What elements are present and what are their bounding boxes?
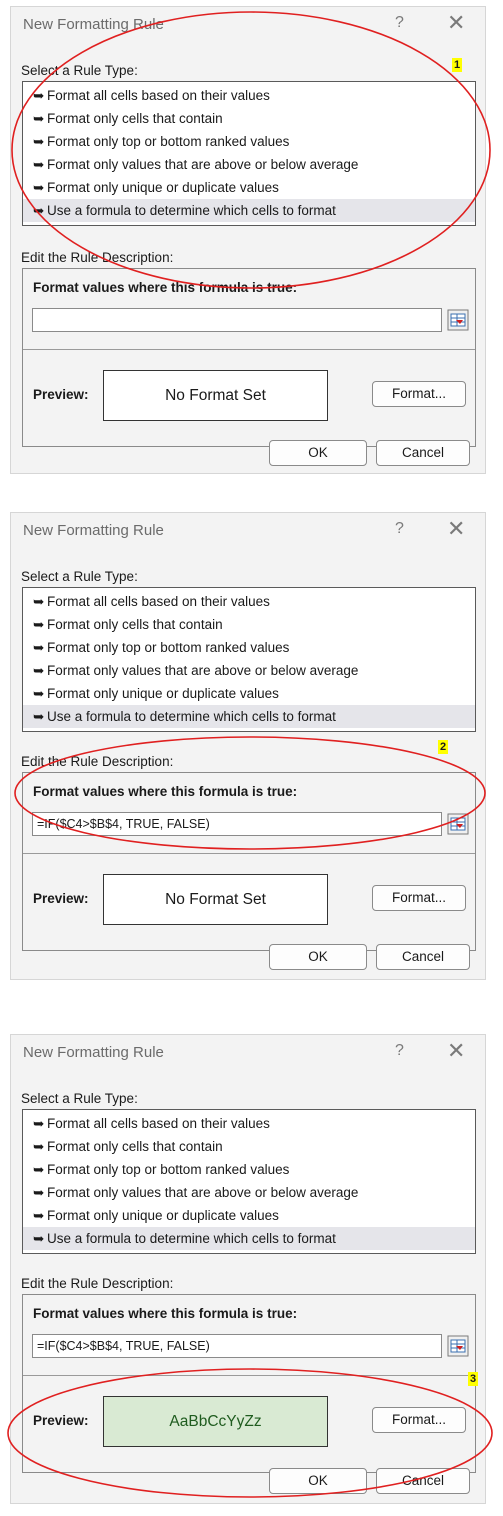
- list-item-selected[interactable]: ➥ Use a formula to determine which cells …: [23, 1227, 475, 1250]
- list-item[interactable]: ➥ Format all cells based on their values: [23, 590, 475, 613]
- preview-box: AaBbCcYyZz: [103, 1396, 328, 1447]
- edit-rule-description-label: Edit the Rule Description:: [21, 1276, 174, 1291]
- title-bar: New Formatting Rule ? ✕: [11, 513, 485, 547]
- ok-button[interactable]: OK: [269, 1468, 367, 1494]
- rule-bullet-icon: ➥: [33, 203, 45, 218]
- cancel-button[interactable]: Cancel: [376, 944, 470, 970]
- rule-bullet-icon: ➥: [33, 686, 45, 701]
- rule-bullet-icon: ➥: [33, 134, 45, 149]
- rule-bullet-icon: ➥: [33, 617, 45, 632]
- divider: [23, 1375, 475, 1376]
- close-icon[interactable]: ✕: [447, 516, 465, 542]
- list-item[interactable]: ➥ Format only unique or duplicate values: [23, 1204, 475, 1227]
- collapse-dialog-icon[interactable]: [447, 309, 469, 331]
- divider: [23, 853, 475, 854]
- rule-type-list[interactable]: ➥ Format all cells based on their values …: [22, 1109, 476, 1254]
- rule-bullet-icon: ➥: [33, 663, 45, 678]
- format-button[interactable]: Format...: [372, 885, 466, 911]
- list-item-selected[interactable]: ➥ Use a formula to determine which cells …: [23, 705, 475, 728]
- rule-bullet-icon: ➥: [33, 1162, 45, 1177]
- format-button[interactable]: Format...: [372, 1407, 466, 1433]
- rule-bullet-icon: ➥: [33, 640, 45, 655]
- select-rule-type-label: Select a Rule Type:: [21, 1091, 138, 1106]
- format-button[interactable]: Format...: [372, 381, 466, 407]
- collapse-dialog-icon[interactable]: [447, 1335, 469, 1357]
- cancel-button[interactable]: Cancel: [376, 1468, 470, 1494]
- select-rule-type-label: Select a Rule Type:: [21, 63, 138, 78]
- title-bar: New Formatting Rule ? ✕: [11, 1035, 485, 1069]
- formula-heading: Format values where this formula is true…: [33, 784, 298, 799]
- help-button[interactable]: ?: [395, 520, 404, 538]
- rule-description-box: Format values where this formula is true…: [22, 268, 476, 447]
- rule-description-box: Format values where this formula is true…: [22, 1294, 476, 1473]
- preview-label: Preview:: [33, 387, 89, 402]
- preview-box: No Format Set: [103, 874, 328, 925]
- rule-bullet-icon: ➥: [33, 1139, 45, 1154]
- rule-bullet-icon: ➥: [33, 709, 45, 724]
- step-badge-3: 3: [468, 1372, 478, 1386]
- ok-button[interactable]: OK: [269, 440, 367, 466]
- list-item[interactable]: ➥ Format only cells that contain: [23, 613, 475, 636]
- preview-label: Preview:: [33, 891, 89, 906]
- cancel-button[interactable]: Cancel: [376, 440, 470, 466]
- title-bar: New Formatting Rule ? ✕: [11, 7, 485, 41]
- dialog-step-3: New Formatting Rule ? ✕ Select a Rule Ty…: [10, 1034, 486, 1504]
- list-item[interactable]: ➥ Format all cells based on their values: [23, 84, 475, 107]
- rule-bullet-icon: ➥: [33, 180, 45, 195]
- list-item[interactable]: ➥ Format only top or bottom ranked values: [23, 636, 475, 659]
- list-item[interactable]: ➥ Format only top or bottom ranked values: [23, 1158, 475, 1181]
- select-rule-type-label: Select a Rule Type:: [21, 569, 138, 584]
- dialog-title: New Formatting Rule: [23, 522, 164, 539]
- rule-bullet-icon: ➥: [33, 1116, 45, 1131]
- rule-bullet-icon: ➥: [33, 157, 45, 172]
- rule-bullet-icon: ➥: [33, 88, 45, 103]
- list-item[interactable]: ➥ Format only unique or duplicate values: [23, 682, 475, 705]
- close-icon[interactable]: ✕: [447, 1038, 465, 1064]
- step-badge-2: 2: [438, 740, 448, 754]
- list-item-selected[interactable]: ➥ Use a formula to determine which cells …: [23, 199, 475, 222]
- dialog-step-1: New Formatting Rule ? ✕ Select a Rule Ty…: [10, 6, 486, 474]
- help-button[interactable]: ?: [395, 14, 404, 32]
- edit-rule-description-label: Edit the Rule Description:: [21, 754, 174, 769]
- rule-bullet-icon: ➥: [33, 1231, 45, 1246]
- list-item[interactable]: ➥ Format only values that are above or be…: [23, 659, 475, 682]
- help-button[interactable]: ?: [395, 1042, 404, 1060]
- formula-heading: Format values where this formula is true…: [33, 280, 298, 295]
- formula-input[interactable]: [32, 308, 442, 332]
- list-item[interactable]: ➥ Format only cells that contain: [23, 1135, 475, 1158]
- formula-heading: Format values where this formula is true…: [33, 1306, 298, 1321]
- list-item[interactable]: ➥ Format all cells based on their values: [23, 1112, 475, 1135]
- dialog-step-2: New Formatting Rule ? ✕ Select a Rule Ty…: [10, 512, 486, 980]
- list-item[interactable]: ➥ Format only unique or duplicate values: [23, 176, 475, 199]
- list-item[interactable]: ➥ Format only top or bottom ranked values: [23, 130, 475, 153]
- edit-rule-description-label: Edit the Rule Description:: [21, 250, 174, 265]
- preview-label: Preview:: [33, 1413, 89, 1428]
- rule-bullet-icon: ➥: [33, 111, 45, 126]
- list-item[interactable]: ➥ Format only values that are above or be…: [23, 153, 475, 176]
- rule-bullet-icon: ➥: [33, 1185, 45, 1200]
- rule-type-list[interactable]: ➥ Format all cells based on their values …: [22, 81, 476, 226]
- preview-box: No Format Set: [103, 370, 328, 421]
- collapse-dialog-icon[interactable]: [447, 813, 469, 835]
- close-icon[interactable]: ✕: [447, 10, 465, 36]
- rule-bullet-icon: ➥: [33, 1208, 45, 1223]
- rule-description-box: Format values where this formula is true…: [22, 772, 476, 951]
- list-item[interactable]: ➥ Format only values that are above or be…: [23, 1181, 475, 1204]
- list-item[interactable]: ➥ Format only cells that contain: [23, 107, 475, 130]
- dialog-title: New Formatting Rule: [23, 16, 164, 33]
- rule-bullet-icon: ➥: [33, 594, 45, 609]
- formula-input[interactable]: =IF($C4>$B$4, TRUE, FALSE): [32, 1334, 442, 1358]
- dialog-title: New Formatting Rule: [23, 1044, 164, 1061]
- rule-type-list[interactable]: ➥ Format all cells based on their values …: [22, 587, 476, 732]
- divider: [23, 349, 475, 350]
- formula-input[interactable]: =IF($C4>$B$4, TRUE, FALSE): [32, 812, 442, 836]
- ok-button[interactable]: OK: [269, 944, 367, 970]
- step-badge-1: 1: [452, 58, 462, 72]
